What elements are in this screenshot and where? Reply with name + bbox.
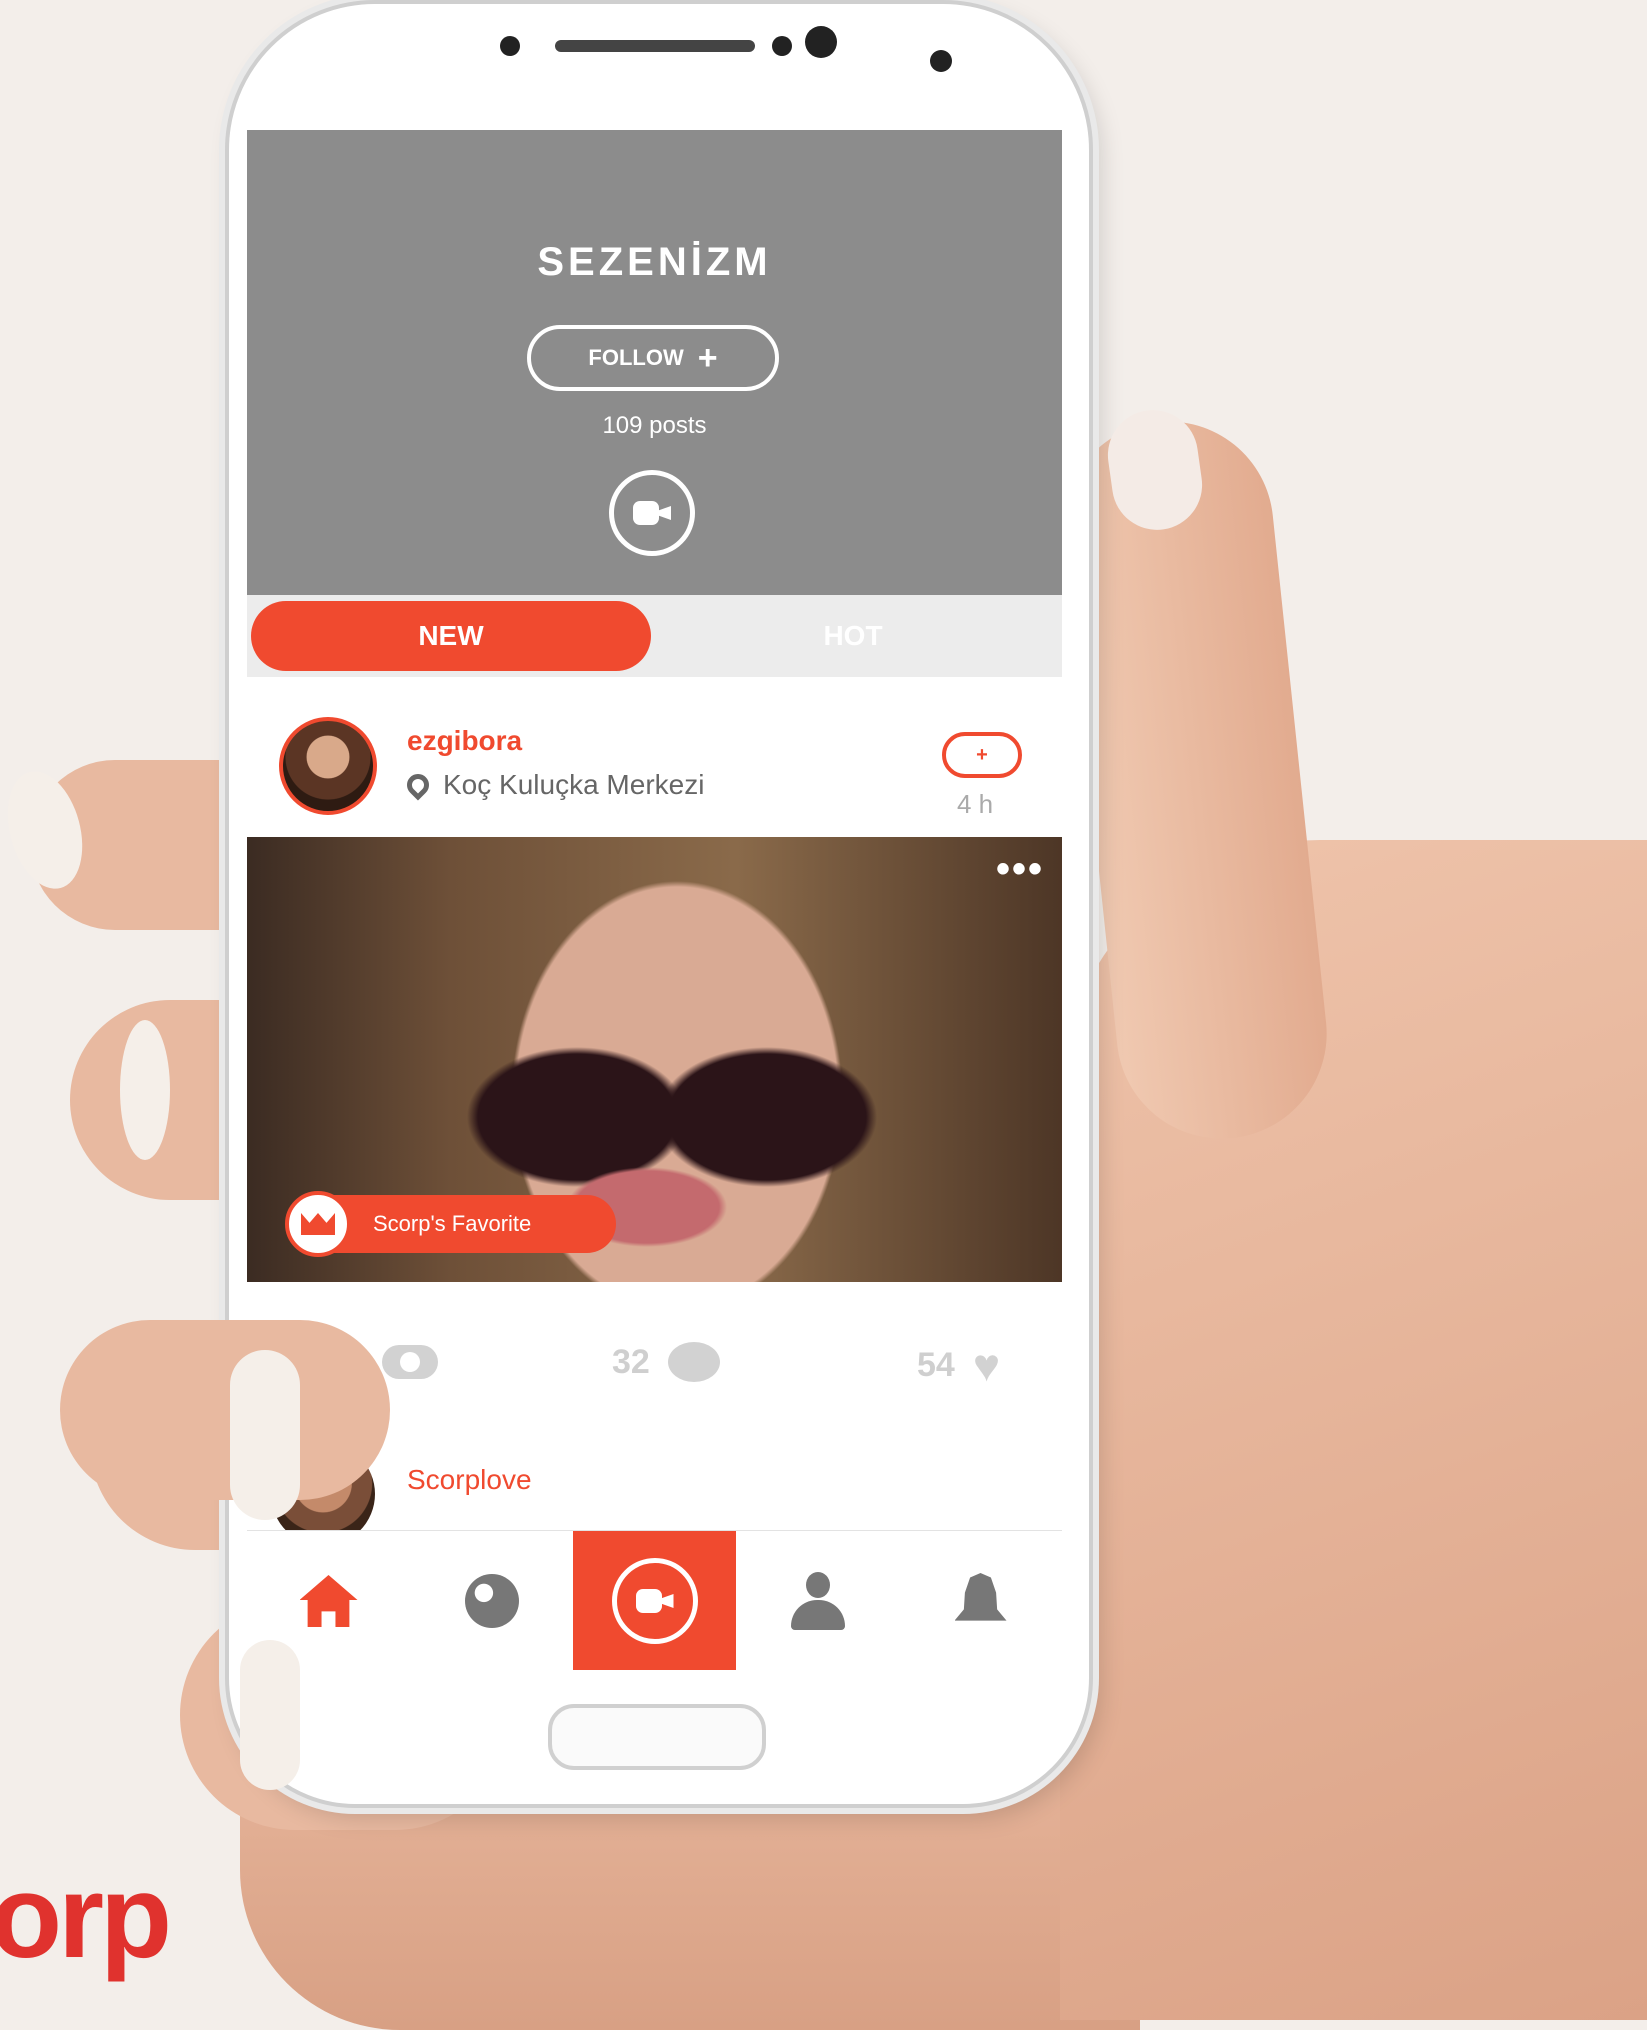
tab-new[interactable]: NEW [251,601,651,671]
favorite-badge-label: Scorp's Favorite [373,1211,532,1236]
phone-sensor [772,36,792,56]
avatar[interactable] [279,717,377,815]
feed-tabs: NEW HOT [247,595,1062,677]
profile-title: SEZENİZM [537,240,772,284]
fingernail [230,1350,300,1520]
video-camera-icon [611,1558,698,1644]
post-header: ezgibora Koç Kuluçka Merkezi + 4 h [247,677,1062,837]
nav-profile[interactable] [736,1531,899,1670]
post-time: 4 h [957,789,994,819]
crown-icon [285,1191,351,1257]
post-count: 109 posts [602,412,707,439]
more-options-icon[interactable]: ••• [996,849,1044,889]
nav-explore[interactable] [410,1531,573,1670]
finger-over-screen [60,1320,390,1500]
eye-icon [381,1344,438,1379]
comments-count: 32 [612,1342,650,1381]
nav-record[interactable] [573,1531,736,1670]
location-label: Koç Kuluçka Merkezi [443,769,705,800]
home-icon [299,1575,358,1627]
bottom-nav [247,1530,1062,1670]
comments-stat[interactable]: 32 [612,1342,720,1382]
brand-logo: orp [0,1851,172,1983]
location-pin-icon [402,769,434,801]
phone-home-button[interactable] [548,1704,766,1770]
post-media[interactable]: ••• Scorp's Favorite [247,837,1062,1282]
heart-icon: ♥ [972,1339,1001,1391]
comment-bubble-icon [667,1342,720,1382]
follow-user-button[interactable]: + [942,732,1022,778]
person-icon [790,1572,845,1630]
video-camera-icon [633,501,671,525]
globe-icon [464,1574,519,1628]
likes-stat[interactable]: 54 ♥ [917,1342,1000,1388]
record-video-button[interactable] [609,470,695,556]
phone-sensor [930,50,952,72]
fingernail [120,1020,170,1160]
nav-notifications[interactable] [899,1531,1062,1670]
post-username[interactable]: ezgibora [407,725,522,757]
follow-button[interactable]: FOLLOW + [527,325,779,391]
plus-icon: + [697,339,718,377]
favorite-badge: Scorp's Favorite [285,1191,616,1257]
post-location: Koç Kuluçka Merkezi [402,769,705,801]
add-user-icon: + [976,743,988,766]
front-camera [805,26,837,58]
phone-speaker [555,40,755,52]
follow-label: FOLLOW [588,345,684,370]
tab-hot[interactable]: HOT [653,601,1053,671]
phone-sensor [500,36,520,56]
post-username[interactable]: Scorplove [407,1464,532,1496]
fingernail [240,1640,300,1790]
likes-count: 54 [917,1345,955,1384]
bell-icon [954,1573,1007,1621]
profile-header: SEZENİZM FOLLOW + 109 posts [247,130,1062,595]
